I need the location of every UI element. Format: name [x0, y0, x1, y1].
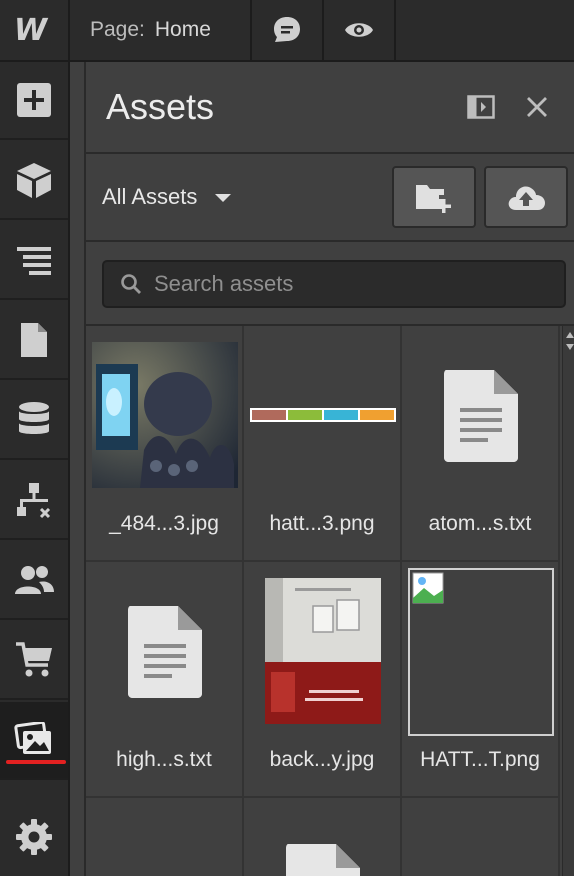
assets-panel: Assets All Assets Search assets _484...3… [84, 62, 574, 876]
comment-icon [274, 17, 300, 42]
close-icon [527, 97, 547, 117]
document-icon [286, 844, 360, 876]
asset-tile[interactable]: hatt...3.png [244, 326, 402, 562]
cloud-upload-icon [508, 186, 545, 210]
asset-thumbnail [92, 578, 238, 724]
asset-tile[interactable]: back...y.jpg [244, 562, 402, 798]
scrollbar[interactable] [562, 326, 574, 876]
document-icon [444, 370, 518, 462]
broken-image-icon [412, 572, 444, 604]
cms-button[interactable] [0, 382, 68, 460]
add-folder-icon [416, 185, 451, 213]
ecommerce-button[interactable] [0, 622, 68, 700]
assets-button[interactable] [0, 702, 68, 780]
asset-tile[interactable]: atom...s.txt [402, 326, 560, 562]
settings-icon [16, 819, 52, 855]
asset-tile[interactable]: high...s.txt [86, 562, 244, 798]
new-folder-button[interactable] [392, 166, 476, 228]
asset-filter-dropdown[interactable]: All Assets [102, 184, 232, 210]
asset-grid: _484...3.jpg hatt...3.png atom...s.txt h… [86, 326, 560, 876]
search-input[interactable] [154, 271, 534, 297]
page-selector[interactable]: Page: Home [70, 0, 252, 60]
users-button[interactable] [0, 542, 68, 620]
panel-title: Assets [106, 86, 215, 127]
add-elements-button[interactable] [0, 62, 68, 140]
asset-name: _484...3.jpg [109, 512, 219, 535]
asset-thumbnail [250, 342, 396, 488]
asset-tile[interactable] [86, 798, 244, 876]
webflow-logo-icon: W [14, 16, 49, 44]
asset-tile[interactable]: _484...3.jpg [86, 326, 244, 562]
preview-button[interactable] [324, 0, 396, 60]
pages-icon [21, 323, 47, 357]
assets-toolbar: All Assets [86, 156, 574, 242]
asset-name: high...s.txt [116, 748, 212, 771]
undock-panel-button[interactable] [464, 90, 498, 124]
navigator-icon [17, 247, 51, 275]
active-tab-indicator [6, 760, 66, 764]
photo-thumbnail-icon [265, 578, 381, 724]
left-toolbar [0, 62, 70, 876]
asset-name: HATT...T.png [420, 748, 540, 771]
dock-panel-icon [467, 95, 495, 119]
logic-icon [17, 483, 51, 519]
settings-button[interactable] [0, 798, 68, 876]
close-panel-button[interactable] [520, 90, 554, 124]
add-icon [17, 83, 51, 117]
asset-tile[interactable] [244, 798, 402, 876]
search-field[interactable] [102, 260, 566, 308]
photo-thumbnail-icon [92, 342, 238, 488]
document-icon [128, 606, 202, 698]
asset-tile[interactable]: HATT...T.png [402, 562, 560, 798]
asset-name: hatt...3.png [269, 512, 375, 535]
search-icon [121, 274, 141, 294]
asset-filter-value: All Assets [102, 184, 198, 209]
asset-tile[interactable] [402, 798, 560, 876]
upload-button[interactable] [484, 166, 568, 228]
color-strip-thumbnail-icon [250, 408, 396, 422]
box-icon [17, 163, 51, 198]
asset-thumbnail [250, 842, 396, 876]
asset-thumbnail [408, 342, 554, 488]
assets-icon [14, 722, 51, 754]
asset-name: back...y.jpg [269, 748, 375, 771]
pages-button[interactable] [0, 302, 68, 380]
asset-thumbnail [408, 568, 554, 736]
logic-button[interactable] [0, 462, 68, 540]
chevron-down-icon [215, 194, 232, 202]
navigator-button[interactable] [0, 222, 68, 300]
eye-icon [345, 23, 373, 37]
ecommerce-icon [16, 642, 52, 677]
asset-thumbnail [250, 578, 396, 724]
symbols-button[interactable] [0, 142, 68, 220]
svg-text:W: W [14, 16, 49, 44]
users-icon [15, 566, 54, 594]
webflow-logo-button[interactable]: W [0, 0, 70, 60]
page-selector-value: Home [154, 18, 211, 41]
cms-icon [19, 402, 49, 434]
top-bar: W Page: Home [0, 0, 574, 62]
asset-thumbnail [92, 342, 238, 488]
scroll-arrows-icon [566, 332, 574, 350]
asset-name: atom...s.txt [428, 512, 532, 535]
comments-button[interactable] [252, 0, 324, 60]
search-bar [86, 244, 574, 326]
page-selector-label: Page: [90, 18, 145, 41]
assets-panel-header: Assets [86, 62, 574, 154]
